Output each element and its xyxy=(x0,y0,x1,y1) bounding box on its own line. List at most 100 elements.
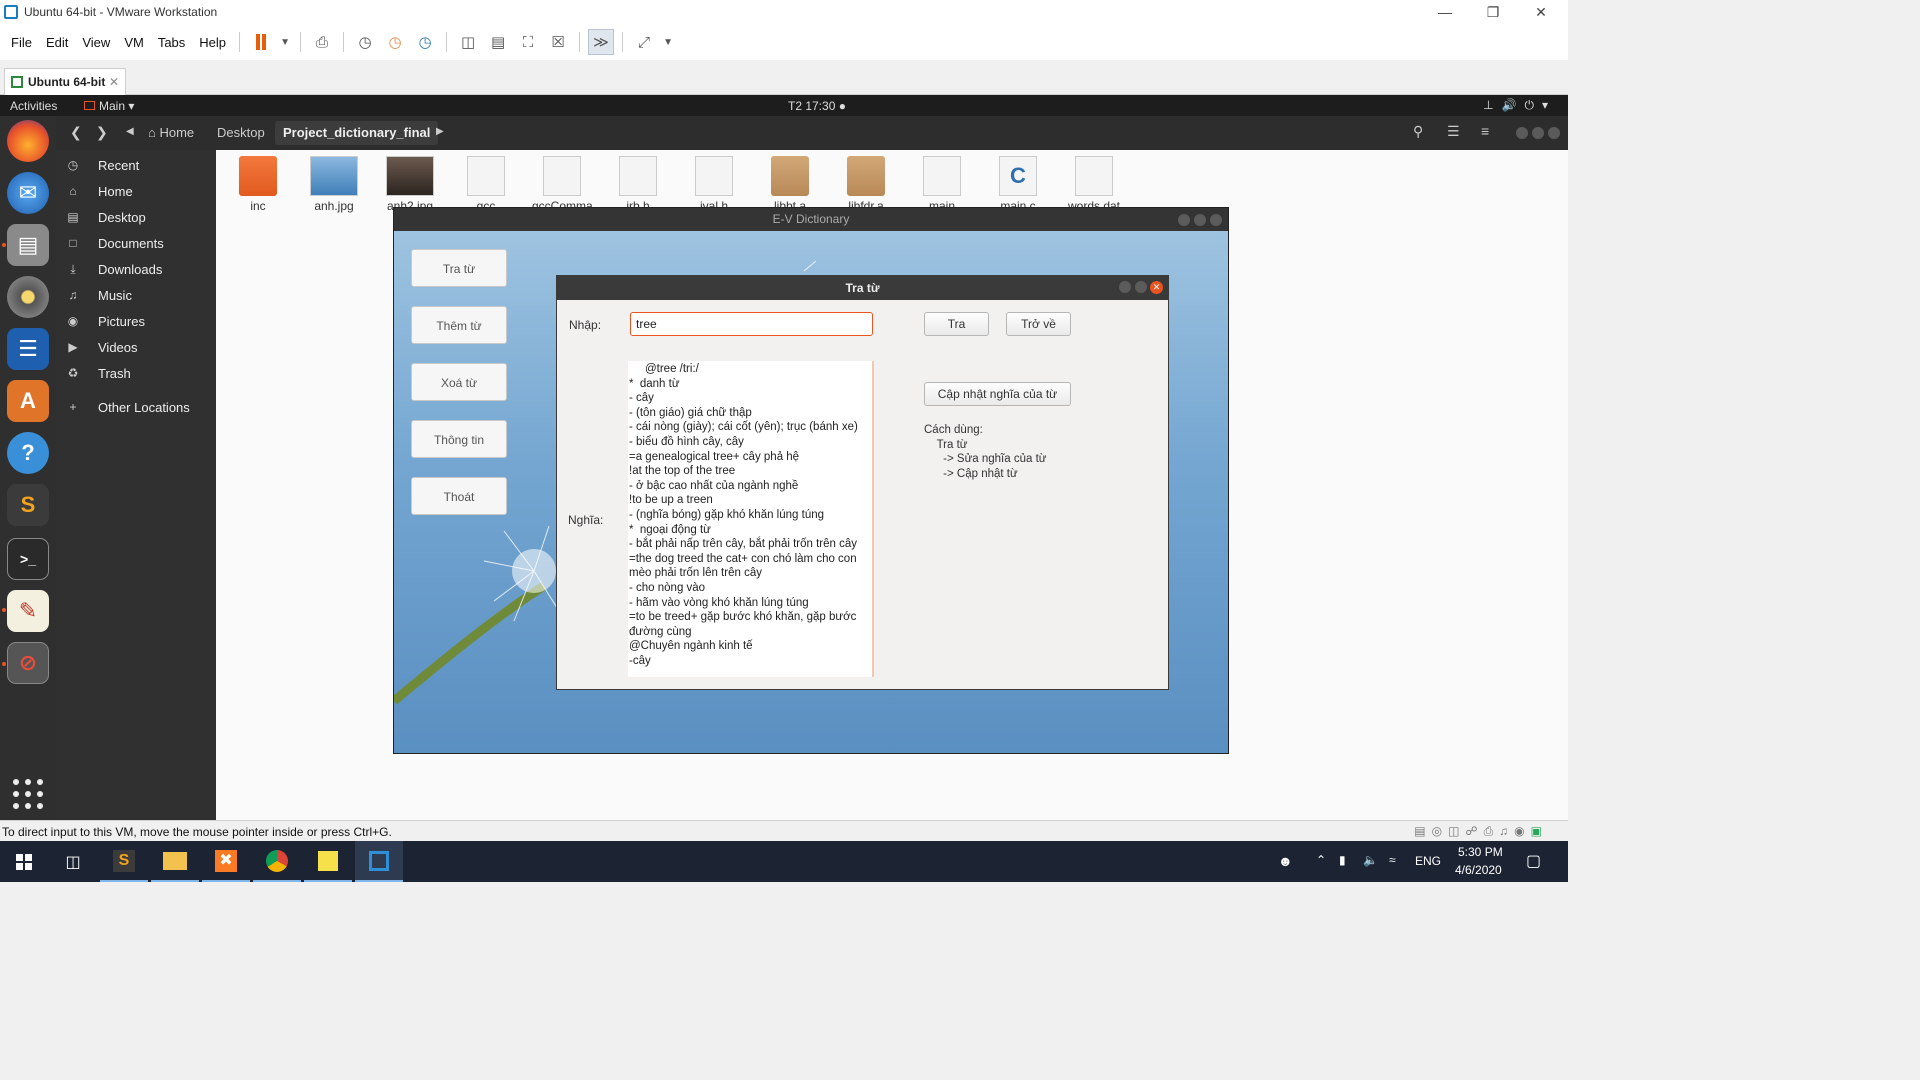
console-view-icon[interactable]: ≫ xyxy=(588,29,615,55)
back-icon[interactable]: ❮ xyxy=(70,124,82,141)
sidebar-item-pictures[interactable]: ◉ Pictures xyxy=(56,309,216,333)
app-menu[interactable]: Main ▾ xyxy=(84,99,134,113)
topbar-clock[interactable]: T2 17:30 ● xyxy=(788,99,846,113)
taskbar-date[interactable]: 4/6/2020 xyxy=(1455,863,1502,877)
xoa-tu-button[interactable]: Xoá từ xyxy=(411,363,507,401)
file-item[interactable]: Cmain.c xyxy=(988,156,1048,213)
menu-edit[interactable]: Edit xyxy=(39,35,75,50)
maximize-icon[interactable] xyxy=(1194,214,1206,226)
thoat-button[interactable]: Thoát xyxy=(411,477,507,515)
search-icon[interactable]: ⚲ xyxy=(1413,123,1423,140)
terminal-icon[interactable]: >_ xyxy=(7,538,49,580)
thong-tin-button[interactable]: Thông tin xyxy=(411,420,507,458)
tro-ve-button[interactable]: Trở về xyxy=(1006,312,1071,336)
language-indicator[interactable]: ENG xyxy=(1415,854,1441,868)
libreoffice-writer-icon[interactable]: ☰ xyxy=(7,328,49,370)
activities-button[interactable]: Activities xyxy=(10,99,57,113)
file-item[interactable]: main xyxy=(912,156,972,213)
send-ctrl-alt-del-icon[interactable]: ⎙ xyxy=(309,29,335,55)
restore-icon[interactable]: ❐ xyxy=(1470,0,1516,24)
file-explorer-icon[interactable] xyxy=(151,841,199,882)
breadcrumb-desktop[interactable]: Desktop xyxy=(209,121,273,145)
thumbnail-bar-icon[interactable]: ▤ xyxy=(485,29,511,55)
sidebar-toggle-icon[interactable]: ◫ xyxy=(455,29,481,55)
menu-tabs[interactable]: Tabs xyxy=(151,35,192,50)
file-item[interactable]: ival.h xyxy=(684,156,744,213)
sidebar-item-home[interactable]: ⌂ Home xyxy=(56,179,216,203)
file-item[interactable]: libfdr.a xyxy=(836,156,896,213)
text-editor-icon[interactable]: ✎ xyxy=(7,590,49,632)
revert-snapshot-icon[interactable]: ◷ xyxy=(382,29,408,55)
cap-nhat-nghia-button[interactable]: Cập nhật nghĩa của từ xyxy=(924,382,1071,406)
system-tray[interactable]: ⊥🔊⏻▾ xyxy=(1483,98,1556,113)
minimize-icon[interactable] xyxy=(1119,281,1131,293)
close-tab-icon[interactable]: ✕ xyxy=(109,75,119,89)
fullscreen-icon[interactable]: ⛶ xyxy=(515,29,541,55)
file-item[interactable]: anh.jpg xyxy=(304,156,364,213)
meaning-textview[interactable]: @tree /tri:/ * danh từ - cây - (tôn giáo… xyxy=(628,361,874,677)
tra-tu-button[interactable]: Tra từ xyxy=(411,249,507,287)
maximize-icon[interactable] xyxy=(1135,281,1147,293)
sticky-notes-icon[interactable] xyxy=(304,841,352,882)
chrome-icon[interactable] xyxy=(253,841,301,882)
breadcrumb-left-icon[interactable]: ◀ xyxy=(126,126,134,137)
sidebar-item-other-locations[interactable]: + Other Locations xyxy=(56,395,216,419)
menu-file[interactable]: File xyxy=(4,35,39,50)
battery-icon[interactable]: ▮ xyxy=(1339,853,1346,867)
sidebar-item-downloads[interactable]: ⤓ Downloads xyxy=(56,257,216,281)
vmware-taskbar-icon[interactable] xyxy=(355,841,403,882)
xampp-icon[interactable]: ✖ xyxy=(202,841,250,882)
forward-icon[interactable]: ❯ xyxy=(96,124,108,141)
snapshot-icon[interactable]: ◷ xyxy=(352,29,378,55)
guest-screen[interactable]: Activities Main ▾ T2 17:30 ● ⊥🔊⏻▾ ✉ ▤ ☰ … xyxy=(0,95,1568,820)
sidebar-item-documents[interactable]: □ Documents xyxy=(56,231,216,255)
taskbar-time[interactable]: 5:30 PM xyxy=(1458,845,1503,859)
minimize-icon[interactable]: — xyxy=(1422,0,1468,24)
people-icon[interactable]: ☻ xyxy=(1278,853,1293,869)
file-item[interactable]: libbt.a xyxy=(760,156,820,213)
file-item[interactable]: irb.h xyxy=(608,156,668,213)
word-input[interactable] xyxy=(630,312,873,336)
show-applications-icon[interactable] xyxy=(13,779,43,809)
sidebar-item-recent[interactable]: ◷ Recent xyxy=(56,153,216,177)
start-button[interactable] xyxy=(0,841,48,882)
sidebar-item-videos[interactable]: ▶ Videos xyxy=(56,335,216,359)
vm-tab-ubuntu[interactable]: Ubuntu 64-bit ✕ xyxy=(4,68,126,95)
sidebar-item-trash[interactable]: ♻ Trash xyxy=(56,361,216,385)
file-item[interactable]: anh2.jpg xyxy=(380,156,440,213)
close-icon[interactable] xyxy=(1548,127,1560,139)
tra-button[interactable]: Tra xyxy=(924,312,989,336)
files-icon[interactable]: ▤ xyxy=(7,224,49,266)
file-item[interactable]: gcc xyxy=(456,156,516,213)
action-center-icon[interactable]: ▢ xyxy=(1526,851,1541,871)
sidebar-item-music[interactable]: ♫ Music xyxy=(56,283,216,307)
stretch-dropdown-icon[interactable]: ▼ xyxy=(661,29,675,55)
pause-icon[interactable] xyxy=(248,29,274,55)
help-icon[interactable]: ? xyxy=(7,432,49,474)
breadcrumb-home[interactable]: ⌂ Home xyxy=(140,121,202,145)
menu-view[interactable]: View xyxy=(75,35,117,50)
rhythmbox-icon[interactable] xyxy=(7,276,49,318)
firefox-icon[interactable] xyxy=(7,120,49,162)
sublime-text-icon[interactable]: S xyxy=(7,484,49,526)
dictionary-app-icon[interactable]: ⊘ xyxy=(7,642,49,684)
file-item[interactable]: gccComma xyxy=(532,156,593,213)
maximize-icon[interactable] xyxy=(1532,127,1544,139)
close-icon[interactable]: ✕ xyxy=(1518,0,1564,24)
wifi-icon[interactable]: ≈ xyxy=(1389,853,1396,867)
minimize-icon[interactable] xyxy=(1178,214,1190,226)
sublime-taskbar-icon[interactable]: S xyxy=(100,841,148,882)
pause-dropdown-icon[interactable]: ▼ xyxy=(278,29,292,55)
chevron-up-icon[interactable]: ⌃ xyxy=(1316,853,1326,867)
hamburger-menu-icon[interactable]: ≡ xyxy=(1481,123,1489,139)
minimize-icon[interactable] xyxy=(1516,127,1528,139)
file-item[interactable]: words.dat xyxy=(1064,156,1124,213)
thunderbird-icon[interactable]: ✉ xyxy=(7,172,49,214)
snapshot-manager-icon[interactable]: ◷ xyxy=(412,29,438,55)
breadcrumb-current[interactable]: Project_dictionary_final xyxy=(275,121,439,145)
menu-help[interactable]: Help xyxy=(192,35,233,50)
close-icon[interactable]: ✕ xyxy=(1150,281,1163,294)
sidebar-item-desktop[interactable]: ▤ Desktop xyxy=(56,205,216,229)
stretch-guest-icon[interactable]: ⤢ xyxy=(631,29,657,55)
speaker-icon[interactable]: 🔈 xyxy=(1363,853,1378,867)
